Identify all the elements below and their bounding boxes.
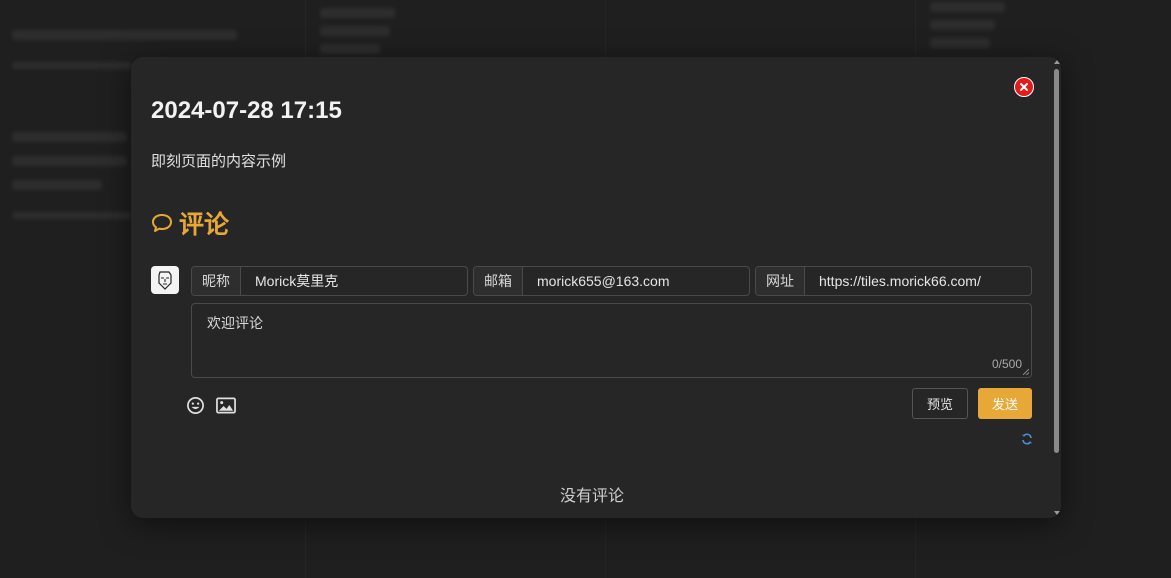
nickname-input[interactable]: Morick莫里克 bbox=[241, 271, 352, 291]
scrollbar[interactable] bbox=[1053, 57, 1061, 518]
moment-detail-modal: 2024-07-28 17:15 即刻页面的内容示例 评论 昵称 Morick莫… bbox=[131, 57, 1061, 518]
image-upload-button[interactable] bbox=[216, 395, 236, 415]
comment-textarea[interactable]: 欢迎评论 0/500 bbox=[191, 303, 1032, 378]
refresh-icon[interactable] bbox=[1021, 433, 1033, 445]
url-label: 网址 bbox=[756, 267, 805, 295]
char-counter: 0/500 bbox=[991, 357, 1022, 371]
comments-heading: 评论 bbox=[151, 205, 229, 241]
no-comments-text: 没有评论 bbox=[559, 488, 624, 505]
image-icon bbox=[216, 397, 236, 413]
send-button[interactable]: 发送 bbox=[978, 388, 1032, 419]
comment-placeholder: 欢迎评论 bbox=[207, 315, 263, 331]
email-label: 邮箱 bbox=[474, 267, 523, 295]
avatar-sketch-icon bbox=[158, 271, 172, 290]
comments-heading-label: 评论 bbox=[179, 211, 230, 239]
url-input[interactable]: https://tiles.morick66.com/ bbox=[805, 273, 995, 289]
emoji-icon bbox=[186, 396, 204, 414]
avatar[interactable] bbox=[151, 266, 179, 294]
close-icon bbox=[1020, 83, 1028, 91]
close-button[interactable] bbox=[1014, 77, 1034, 97]
moment-content: 即刻页面的内容示例 bbox=[151, 153, 287, 170]
email-input[interactable]: morick655@163.com bbox=[523, 273, 684, 289]
preview-button[interactable]: 预览 bbox=[912, 388, 968, 419]
scroll-up-arrow[interactable] bbox=[1054, 60, 1060, 64]
moment-time: 2024-07-28 17:15 bbox=[151, 97, 342, 124]
scrollbar-thumb[interactable] bbox=[1054, 69, 1059, 453]
resize-handle[interactable] bbox=[1023, 369, 1029, 375]
scroll-down-arrow[interactable] bbox=[1054, 511, 1060, 515]
url-field[interactable]: 网址 https://tiles.morick66.com/ bbox=[755, 266, 1032, 296]
nickname-field[interactable]: 昵称 Morick莫里克 bbox=[191, 266, 468, 296]
comment-bubble-icon bbox=[152, 214, 172, 232]
nickname-label: 昵称 bbox=[192, 267, 241, 295]
email-field[interactable]: 邮箱 morick655@163.com bbox=[473, 266, 750, 296]
emoji-button[interactable] bbox=[185, 395, 205, 415]
